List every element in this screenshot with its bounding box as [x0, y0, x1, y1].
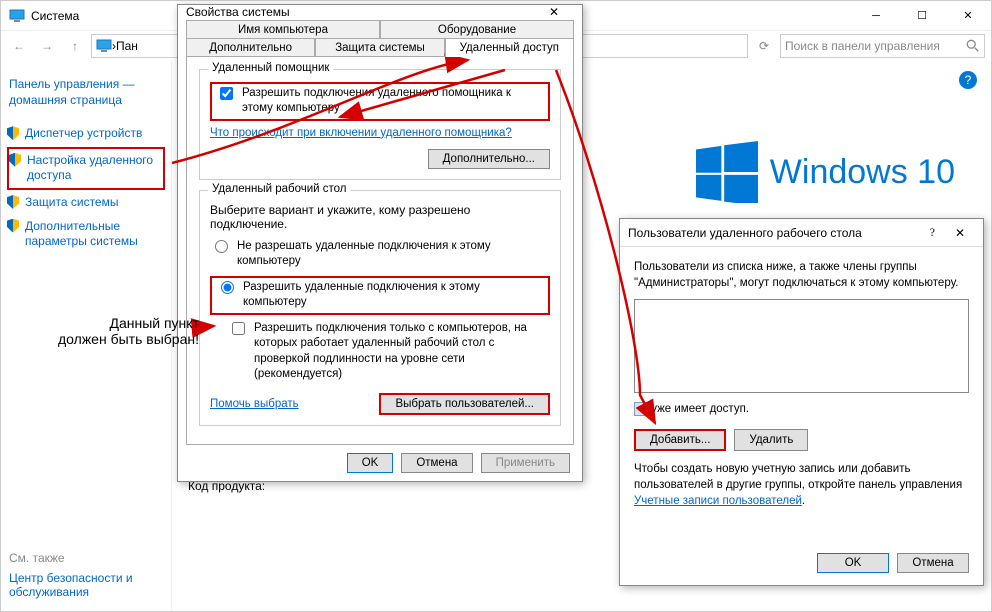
apply-button[interactable]: Применить	[481, 453, 570, 473]
close-button[interactable]: ✕	[945, 1, 991, 31]
rdp-users-dialog: Пользователи удаленного рабочего стола ?…	[619, 218, 984, 586]
control-panel-home-link[interactable]: Панель управления — домашняя страница	[7, 73, 165, 112]
nla-checkbox[interactable]	[232, 322, 245, 335]
users-ok-button[interactable]: OK	[817, 553, 889, 573]
help-choose-link[interactable]: Помочь выбрать	[210, 398, 299, 410]
users-note: Чтобы создать новую учетную запись или д…	[634, 461, 969, 509]
ok-button[interactable]: OK	[347, 453, 394, 473]
allow-remote-assist-checkbox[interactable]	[220, 87, 233, 100]
sidebar-remote-settings[interactable]: Настройка удаленного доступа	[7, 147, 165, 190]
windows-logo: Windows 10	[696, 141, 955, 203]
dialog-close-button[interactable]: ✕	[534, 5, 574, 19]
nav-forward[interactable]: →	[35, 34, 59, 58]
users-cancel-button[interactable]: Отмена	[897, 553, 969, 573]
minimize-button[interactable]: ─	[853, 1, 899, 31]
tab-advanced[interactable]: Дополнительно	[186, 38, 315, 57]
users-help-button[interactable]: ?	[920, 225, 945, 240]
sidebar-advanced-settings[interactable]: Дополнительные параметры системы	[7, 215, 165, 254]
user-icon	[634, 402, 648, 416]
radio-allow[interactable]	[221, 281, 234, 294]
dialog-buttons: OK Отмена Применить	[178, 445, 582, 481]
tab-hardware[interactable]: Оборудование	[380, 20, 574, 39]
callout-text: Данный пункт должен быть выбран!	[58, 315, 199, 347]
help-icon[interactable]: ?	[959, 71, 977, 89]
users-close-button[interactable]: ✕	[945, 226, 975, 240]
tabs: Имя компьютера Оборудование Дополнительн…	[178, 20, 582, 56]
users-desc: Пользователи из списка ниже, а также чле…	[634, 259, 969, 291]
tab-body: Удаленный помощник Разрешить подключения…	[186, 56, 574, 445]
maximize-button[interactable]: ☐	[899, 1, 945, 31]
security-center-link[interactable]: Центр безопасности и обслуживания	[9, 571, 133, 599]
tab-remote[interactable]: Удаленный доступ	[445, 38, 574, 57]
delete-user-button[interactable]: Удалить	[734, 429, 808, 451]
remote-desktop-instruction: Выберите вариант и укажите, кому разреше…	[210, 203, 550, 231]
nav-up[interactable]: ↑	[63, 34, 87, 58]
sidebar-device-manager[interactable]: Диспетчер устройств	[7, 122, 165, 146]
radio-disallow-label: Не разрешать удаленные подключения к это…	[237, 239, 550, 270]
see-also: См. также Центр безопасности и обслужива…	[9, 551, 169, 599]
search-placeholder: Поиск в панели управления	[785, 39, 940, 53]
windows-icon	[696, 141, 758, 203]
sidebar-system-protection[interactable]: Защита системы	[7, 191, 165, 215]
search-box[interactable]: Поиск в панели управления	[780, 34, 985, 58]
dialog-title: Свойства системы	[186, 5, 290, 19]
users-title: Пользователи удаленного рабочего стола	[628, 226, 862, 240]
monitor-icon	[96, 38, 112, 54]
users-titlebar: Пользователи удаленного рабочего стола ?…	[620, 219, 983, 247]
dialog-titlebar: Свойства системы ✕	[178, 5, 582, 20]
cancel-button[interactable]: Отмена	[401, 453, 472, 473]
remote-desktop-group: Удаленный рабочий стол Выберите вариант …	[199, 190, 561, 426]
breadcrumb-text: Пан	[116, 39, 138, 53]
tab-computer-name[interactable]: Имя компьютера	[186, 20, 380, 39]
nla-label: Разрешить подключения только с компьютер…	[254, 321, 550, 383]
remote-desktop-legend: Удаленный рабочий стол	[208, 183, 351, 195]
user-accounts-link[interactable]: Учетные записи пользователей	[634, 495, 802, 507]
system-properties-dialog: Свойства системы ✕ Имя компьютера Оборуд…	[177, 4, 583, 482]
remote-assistance-group: Удаленный помощник Разрешить подключения…	[199, 69, 561, 180]
monitor-icon	[9, 8, 25, 24]
select-users-button[interactable]: Выбрать пользователей...	[379, 393, 550, 415]
remote-assist-help-link[interactable]: Что происходит при включении удаленного …	[210, 127, 512, 139]
add-user-button[interactable]: Добавить...	[634, 429, 726, 451]
refresh-button[interactable]: ⟳	[752, 34, 776, 58]
radio-allow-label: Разрешить удаленные подключения к этому …	[243, 280, 544, 311]
has-access-label: уже имеет доступ.	[651, 403, 749, 415]
allow-remote-assist-label: Разрешить подключения удаленного помощни…	[242, 86, 544, 117]
tab-protection[interactable]: Защита системы	[315, 38, 444, 57]
users-list[interactable]	[634, 299, 969, 393]
remote-assistance-legend: Удаленный помощник	[208, 62, 333, 74]
search-icon	[966, 39, 980, 53]
remote-assist-advanced-button[interactable]: Дополнительно...	[428, 149, 550, 169]
radio-disallow[interactable]	[215, 240, 228, 253]
nav-back[interactable]: ←	[7, 34, 31, 58]
